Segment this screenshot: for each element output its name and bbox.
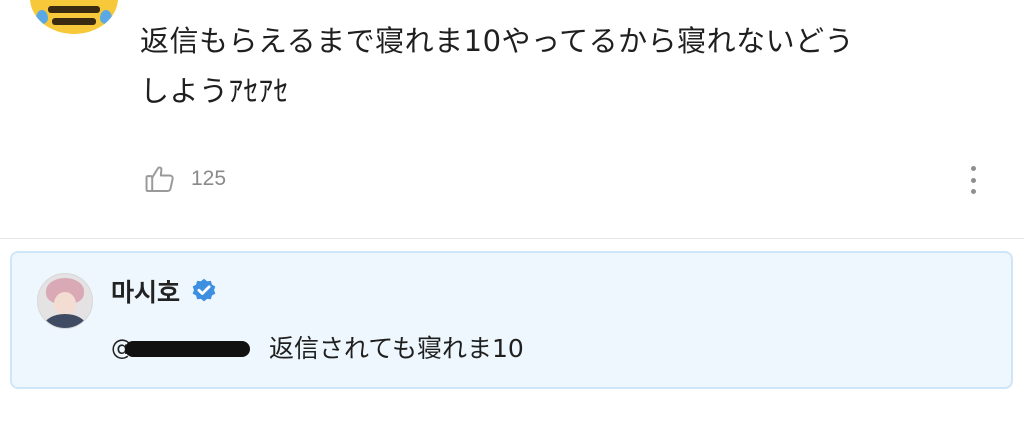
verified-badge-icon	[192, 278, 216, 302]
avatar-shoulders	[44, 314, 86, 328]
avatar-face	[54, 292, 76, 316]
like-count: 125	[191, 167, 227, 190]
avatar-stripe	[48, 6, 100, 13]
more-dot	[970, 177, 976, 183]
like-button[interactable]: 125	[143, 161, 226, 197]
comment-thread: 返信もらえるまで寝れま10やってるから寝れないどうしようｱｾｱｾ 125 마시호	[0, 0, 1024, 421]
more-dot	[970, 189, 976, 194]
reply-author-row: 마시호	[111, 274, 218, 308]
reply-author-avatar[interactable]	[37, 273, 93, 329]
more-options-button[interactable]	[962, 162, 984, 198]
divider	[0, 238, 1024, 239]
reply-card: 마시호 @ 返信されても寝れま10	[10, 251, 1013, 389]
tear-icon	[100, 10, 112, 24]
tear-icon	[36, 10, 48, 24]
redacted-username	[125, 341, 250, 357]
reply-body: 返信されても寝れま10	[269, 334, 524, 363]
reply-author-name[interactable]: 마시호	[111, 273, 180, 309]
commenter-avatar[interactable]	[30, 0, 118, 34]
more-dot	[970, 166, 976, 171]
mention-link[interactable]: @	[111, 334, 261, 361]
reply-body-row: @ 返信されても寝れま10	[111, 327, 524, 367]
thumbs-up-icon	[145, 166, 174, 193]
avatar-stripe	[52, 18, 96, 25]
comment-body: 返信もらえるまで寝れま10やってるから寝れないどうしようｱｾｱｾ	[140, 24, 855, 108]
